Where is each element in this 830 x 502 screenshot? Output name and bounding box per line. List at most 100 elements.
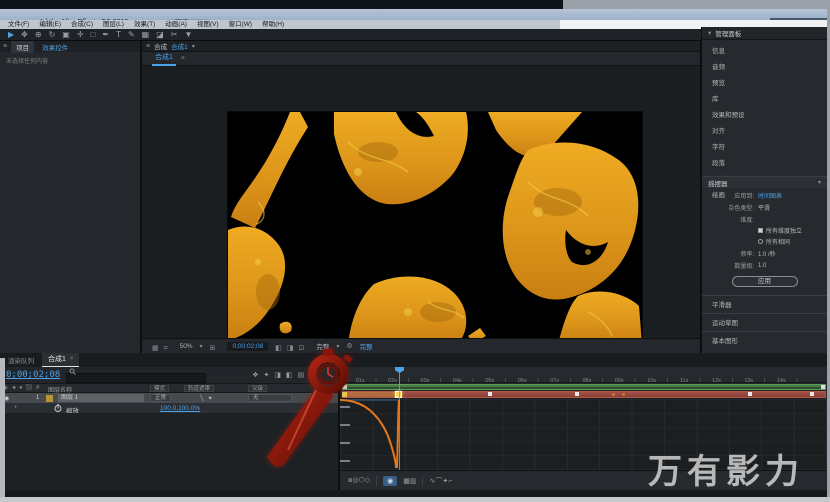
column-mode[interactable]: 模式 <box>150 385 169 392</box>
chevron-down-icon[interactable]: ▾ <box>200 343 203 350</box>
keyframe[interactable] <box>810 392 814 396</box>
sidebar-panel-item[interactable]: 库 <box>702 90 827 106</box>
viewer-tab-close-icon[interactable]: × <box>181 55 185 62</box>
keyframe[interactable] <box>612 393 615 396</box>
dimension-option-1[interactable]: 所有维度独立 <box>758 226 827 235</box>
pen-tool-icon[interactable]: ✒ <box>102 29 109 41</box>
composition-viewer-panel: ≡ 合成 合成1 ▾ 合成1 × <box>142 41 700 353</box>
graph-editor-active-button[interactable]: ◉ <box>383 476 397 486</box>
chevron-down-icon[interactable]: ▾ <box>708 29 711 37</box>
magnification-value[interactable]: 50% <box>180 343 193 350</box>
layer-switch-icon[interactable]: ╲ <box>200 395 204 402</box>
ruler-ticks <box>344 378 824 382</box>
magnitude-value[interactable]: 1.0 <box>758 263 766 269</box>
tab-render-queue[interactable]: 渲染队列 <box>8 355 34 365</box>
composition-artwork <box>228 112 642 344</box>
composition-canvas[interactable] <box>228 112 642 344</box>
sidebar-header-label: 管理面板 <box>715 28 741 38</box>
layer-duration-bar-green[interactable] <box>342 384 826 390</box>
composition-panel-name[interactable]: 合成1 <box>171 41 188 51</box>
background-window-fragment <box>0 497 830 502</box>
text-tool-icon[interactable]: T <box>116 29 121 41</box>
sidebar-section-motion-sketch[interactable]: 运动草图 <box>702 313 827 327</box>
checkbox-icon <box>758 228 763 233</box>
magnitude-label: 数量级: <box>702 261 754 270</box>
titlebar: Adobe After Effects CC 2015 项目.aep – ▢ × <box>0 9 830 20</box>
rotate-tool-icon[interactable]: ↻ <box>49 29 56 41</box>
twirl-icon[interactable]: ‣ <box>14 404 18 411</box>
viewer-toolbar-icon[interactable]: ▦ <box>152 345 159 352</box>
sidebar-panel-item[interactable]: 预览 <box>702 74 827 90</box>
sidebar-section-essential-graphics[interactable]: 基本图形 <box>702 331 827 345</box>
puppet-pin-tool-icon[interactable]: ▼ <box>185 29 193 41</box>
sidebar-panel-item[interactable]: 对齐 <box>702 122 827 138</box>
time-ruler[interactable]: 01s02s03s04s05s06s07s08s09s10s11s12s13s1… <box>340 367 827 383</box>
solo-icon[interactable]: ● <box>19 385 22 391</box>
radio-icon <box>758 239 763 244</box>
panel-menu-icon[interactable]: ≡ <box>146 43 150 50</box>
panel-menu-icon[interactable]: ≡ <box>3 43 7 50</box>
eraser-tool-icon[interactable]: ◪ <box>156 29 164 41</box>
graph-tool-icon[interactable]: ◇ <box>365 477 370 484</box>
graph-toolbar-icons: ⧈◎⬡◇ <box>348 476 370 485</box>
sidebar-panel-item[interactable]: 音频 <box>702 58 827 74</box>
chevron-down-icon[interactable]: ▾ <box>192 43 195 50</box>
layer-label-color[interactable] <box>46 395 53 402</box>
noise-type-value[interactable]: 平滑 <box>758 203 770 212</box>
layer-mode-select[interactable]: 正常 <box>150 394 171 402</box>
wiggler-panel-header[interactable]: 摇摆器 ▾ <box>702 176 827 188</box>
keyframe[interactable] <box>575 392 579 396</box>
shape-tool-icon[interactable]: □ <box>91 29 96 41</box>
keyframe[interactable] <box>622 393 625 396</box>
pan-behind-tool-icon[interactable]: ✛ <box>77 29 84 41</box>
graph-tool-icon[interactable]: ▦ <box>403 478 410 485</box>
bar-end-cap[interactable] <box>821 385 825 389</box>
composition-panel-label[interactable]: 合成 <box>154 41 167 51</box>
hand-tool-icon[interactable]: ✥ <box>21 29 28 41</box>
frequency-value[interactable]: 1.0 /秒 <box>758 249 776 258</box>
camera-tool-icon[interactable]: ▣ <box>62 29 70 41</box>
keyframe[interactable] <box>748 392 752 396</box>
apply-to-label: 应用到: <box>702 191 754 200</box>
layer-name[interactable]: 图层 1 <box>58 394 144 402</box>
viewer-toolbar-icon[interactable]: ⊞ <box>210 345 216 352</box>
apply-button[interactable]: 应用 <box>732 276 798 287</box>
layer-switch-icon[interactable]: ✦ <box>208 395 213 402</box>
sidebar-section-smoother[interactable]: 平滑器 <box>702 295 827 309</box>
viewer-toolbar-icon[interactable]: ⌗ <box>164 345 168 352</box>
search-icon <box>69 368 76 375</box>
roto-brush-tool-icon[interactable]: ✂ <box>171 29 178 41</box>
sidebar-panel-item[interactable]: 字符 <box>702 138 827 154</box>
divider <box>376 476 377 486</box>
property-value[interactable]: 100.0,100.0% <box>160 405 200 412</box>
menu-item[interactable]: 窗口(W) <box>229 20 252 29</box>
keyframe[interactable] <box>488 392 492 396</box>
dimension-option-2[interactable]: 所有相同 <box>758 237 827 246</box>
menu-item[interactable]: 视图(V) <box>197 20 219 29</box>
lock-icon[interactable]: ⬛ <box>26 385 33 391</box>
viewer-toolbar: ▦⌗ 50% ▾ ⊞ 0;00;02;08 ◧◨⊡ 完整 ▾ ⚙ 完整 <box>142 338 700 353</box>
apply-to-value[interactable]: 时间图表 <box>758 191 782 200</box>
tab-project[interactable]: 项目 <box>11 41 34 53</box>
clone-stamp-tool-icon[interactable]: ▦ <box>142 29 150 41</box>
graph-tool-icon[interactable]: ▥ <box>410 478 417 485</box>
sidebar-panel-item[interactable]: 段落 <box>702 154 827 170</box>
sidebar-panel-item[interactable]: 信息 <box>702 42 827 58</box>
tab-timeline-comp1[interactable]: 合成1 × <box>42 353 79 367</box>
column-track-matte[interactable]: 轨道遮罩 <box>184 385 214 392</box>
current-timecode[interactable]: 0;00;02;08 <box>6 370 60 380</box>
tab-effect-controls[interactable]: 效果控件 <box>38 41 72 53</box>
stopwatch-icon[interactable] <box>54 404 62 412</box>
close-icon[interactable]: × <box>70 356 74 362</box>
sidebar-panel-item[interactable]: 效果和预设 <box>702 106 827 122</box>
menu-item[interactable]: 帮助(H) <box>262 20 284 29</box>
audio-icon[interactable]: ◄ <box>11 385 16 391</box>
zoom-tool-icon[interactable]: ⊕ <box>35 29 42 41</box>
playhead-line[interactable] <box>399 367 400 470</box>
viewer-tab-comp1[interactable]: 合成1 <box>152 51 176 66</box>
selection-tool-icon[interactable]: ▶ <box>8 29 14 41</box>
brush-tool-icon[interactable]: ✎ <box>128 29 135 41</box>
graph-tool-icon[interactable]: ⌐ <box>448 478 452 485</box>
timeline-search-input[interactable] <box>66 373 206 383</box>
viewer-tabs-row: 合成1 × <box>142 52 700 66</box>
